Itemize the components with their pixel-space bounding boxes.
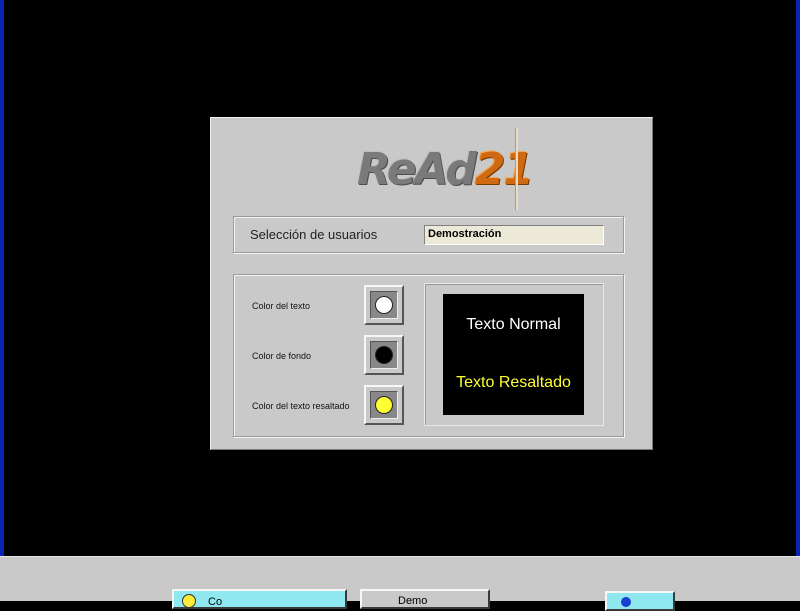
demo-button[interactable]: Demo [360,589,490,609]
preview-highlight-text: Texto Resaltado [456,374,571,391]
bottom-toolbar: Co Demo [0,556,800,611]
color-settings-group: Color del texto Color de fondo Color del… [233,274,624,437]
lightbulb-icon [182,594,196,608]
user-selection-label: Selección de usuarios [250,227,378,242]
logo-text-read: ReAd [357,144,477,195]
highlight-color-button[interactable] [364,385,404,425]
color-preview: Texto Normal Texto Resaltado [443,294,584,415]
user-selection-field[interactable]: Demostración [424,225,604,245]
user-selection-group: Selección de usuarios Demostración [233,216,624,253]
read21-logo: ReAd21 [357,138,534,198]
text-color-button[interactable] [364,285,404,325]
highlight-color-label: Color del texto resaltado [252,401,350,411]
settings-dialog: ReAd21 Selección de usuarios Demostració… [210,117,653,450]
primary-button[interactable]: Co [172,589,347,609]
user-button[interactable] [605,591,675,611]
window-right-edge [796,0,800,556]
background-color-swatch [375,346,393,364]
demo-button-label: Demo [398,595,428,607]
preview-frame: Texto Normal Texto Resaltado [424,283,604,426]
text-color-swatch [375,296,393,314]
preview-normal-text: Texto Normal [466,316,561,333]
user-icon [621,597,631,607]
background-color-button[interactable] [364,335,404,375]
logo-text-21: 21 [474,144,534,195]
primary-button-label: Co [208,596,223,608]
highlight-color-swatch [375,396,393,414]
logo-divider [515,128,518,210]
background-color-label: Color de fondo [252,351,312,361]
text-color-label: Color del texto [252,301,311,311]
